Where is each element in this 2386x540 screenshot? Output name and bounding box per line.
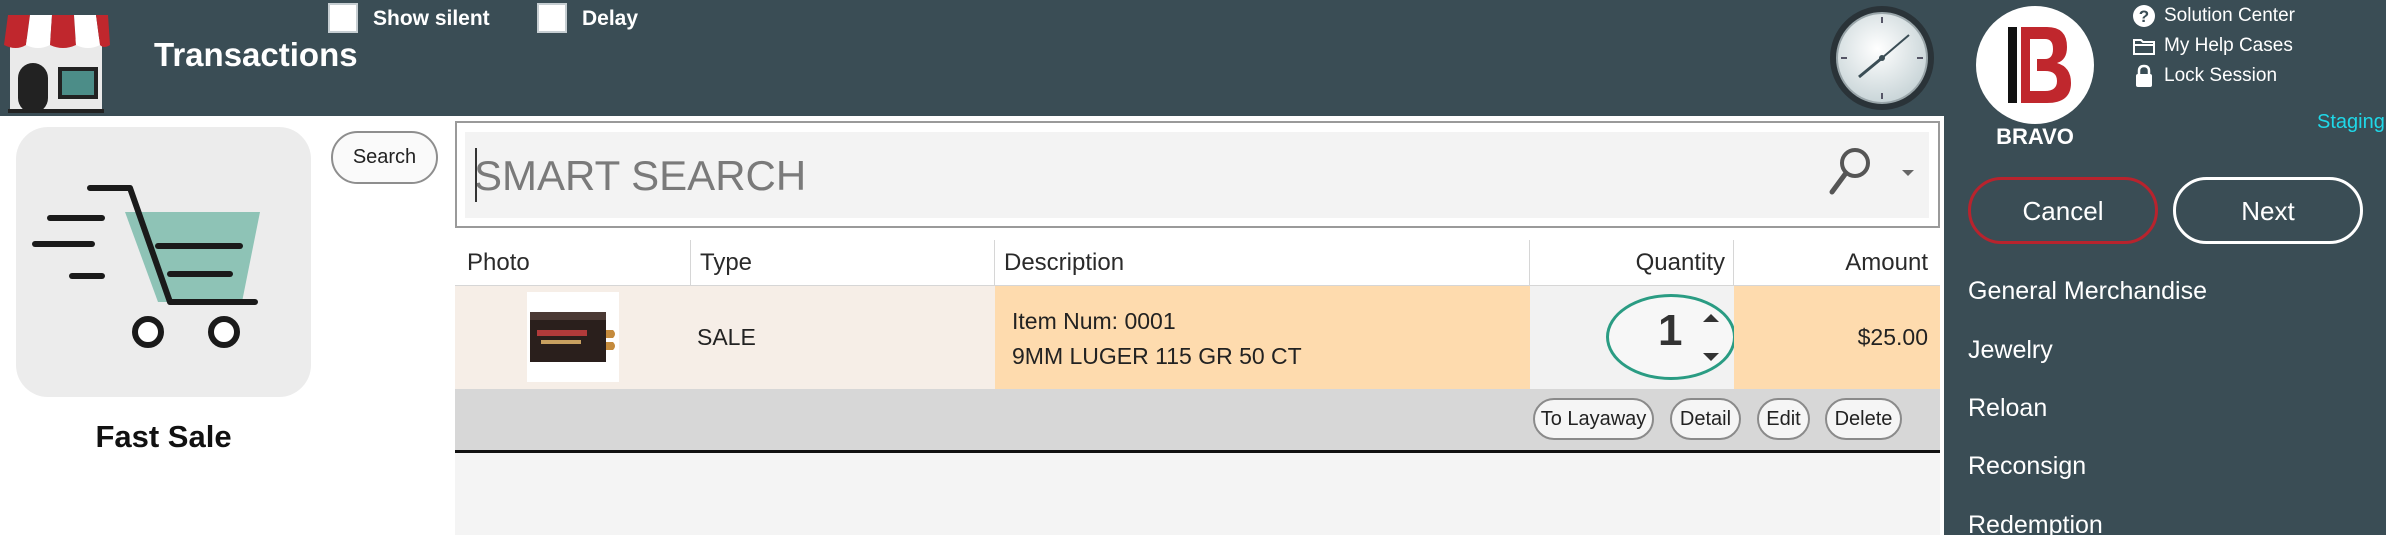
- photo-cell: [455, 286, 691, 389]
- environment-label: Staging: [2317, 111, 2385, 133]
- description-cell: Item Num: 0001 9MM LUGER 115 GR 50 CT: [995, 286, 1530, 389]
- text-caret: [475, 148, 477, 202]
- amount-cell: $25.00: [1734, 286, 1940, 389]
- divider: [455, 450, 1940, 453]
- column-header-photo: Photo: [455, 240, 691, 286]
- chevron-down-icon[interactable]: [1901, 168, 1915, 178]
- delete-button[interactable]: Delete: [1825, 398, 1902, 440]
- menu-item-general-merchandise[interactable]: General Merchandise: [1968, 277, 2207, 306]
- edit-button[interactable]: Edit: [1757, 398, 1810, 440]
- column-header-amount: Amount: [1734, 240, 1940, 286]
- chevron-down-icon[interactable]: [1702, 351, 1720, 363]
- storefront-icon: [4, 13, 110, 113]
- my-help-cases-label: My Help Cases: [2164, 35, 2293, 56]
- column-header-description: Description: [995, 240, 1530, 286]
- delay-label: Delay: [582, 7, 639, 30]
- column-header-type: Type: [691, 240, 995, 286]
- fast-sale-label: Fast Sale: [95, 419, 232, 454]
- search-button[interactable]: Search: [331, 131, 438, 184]
- show-silent-checkbox[interactable]: [328, 3, 358, 33]
- smart-search-input[interactable]: [472, 140, 1796, 212]
- menu-item-redemption[interactable]: Redemption: [1968, 511, 2103, 540]
- magnifier-icon[interactable]: [1828, 146, 1872, 198]
- logo-label: BRAVO: [1996, 124, 2074, 149]
- question-icon: ?: [2133, 5, 2155, 27]
- solution-center-label: Solution Center: [2164, 5, 2295, 26]
- column-header-quantity: Quantity: [1530, 240, 1734, 286]
- menu-item-reconsign[interactable]: Reconsign: [1968, 452, 2086, 481]
- item-number: Item Num: 0001: [1012, 308, 1176, 334]
- clock-icon: [1830, 6, 1934, 110]
- menu-item-jewelry[interactable]: Jewelry: [1968, 336, 2053, 365]
- menu-item-reloan[interactable]: Reloan: [1968, 394, 2047, 423]
- quantity-value: 1: [1658, 306, 1683, 355]
- to-layaway-button[interactable]: To Layaway: [1533, 398, 1654, 440]
- page-title: Transactions: [154, 36, 358, 73]
- svg-text:?: ?: [2139, 7, 2149, 26]
- show-silent-label: Show silent: [373, 7, 490, 30]
- item-description: 9MM LUGER 115 GR 50 CT: [1012, 343, 1302, 369]
- next-button[interactable]: Next: [2173, 177, 2363, 244]
- folder-icon: [2133, 39, 2155, 55]
- type-cell: SALE: [691, 286, 995, 389]
- lock-icon: [2136, 64, 2152, 87]
- chevron-up-icon[interactable]: [1702, 312, 1720, 324]
- detail-button[interactable]: Detail: [1670, 398, 1741, 440]
- ammo-box-image: [527, 292, 619, 382]
- bravo-logo: [1976, 6, 2094, 124]
- shopping-cart-icon: [32, 185, 260, 348]
- cancel-button[interactable]: Cancel: [1968, 177, 2158, 244]
- quantity-cell: 1: [1530, 286, 1736, 389]
- delay-checkbox[interactable]: [537, 3, 567, 33]
- lock-session-label: Lock Session: [2164, 65, 2278, 86]
